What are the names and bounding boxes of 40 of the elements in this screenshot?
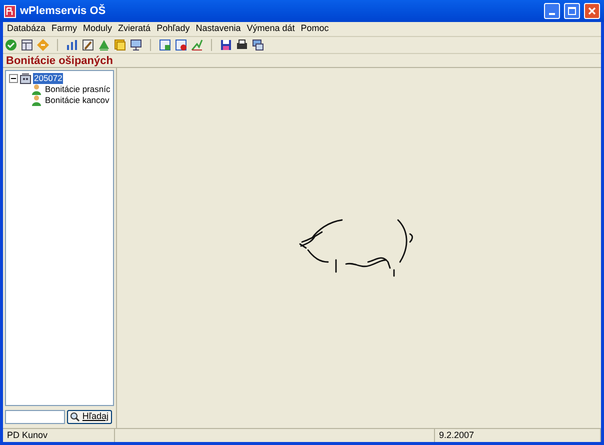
menu-item[interactable]: Zvieratá — [115, 22, 154, 36]
search-field[interactable] — [5, 410, 65, 424]
computer-icon[interactable] — [252, 39, 264, 51]
window-title: wPlemservis OŠ — [20, 3, 107, 19]
tree-item[interactable]: Bonitácie prasníc — [44, 84, 112, 95]
building-icon — [20, 73, 31, 84]
search-button[interactable]: Hľadaj — [67, 410, 112, 424]
close-icon — [588, 7, 596, 15]
menu-item[interactable]: Databáza — [4, 22, 49, 36]
monitor-icon[interactable] — [130, 39, 142, 51]
close-button[interactable] — [584, 3, 600, 19]
menu-item[interactable]: Pohľady — [154, 22, 193, 36]
minimize-button[interactable] — [544, 3, 560, 19]
check-icon[interactable] — [5, 39, 17, 51]
status-text: PD Kunov — [3, 429, 115, 442]
tree-item[interactable]: Bonitácie kancov — [44, 95, 110, 106]
window-icon[interactable] — [175, 39, 187, 51]
menu-item[interactable]: Pomoc — [298, 22, 332, 36]
app-icon — [4, 4, 16, 18]
note-icon[interactable] — [114, 39, 126, 51]
person-icon — [31, 95, 42, 106]
window-icon[interactable] — [159, 39, 171, 51]
tree-item[interactable]: 205072 — [33, 73, 64, 84]
menu-item[interactable]: Nastavenia — [192, 22, 244, 36]
section-title: Bonitácie ošipaných — [3, 54, 601, 68]
pencil-icon[interactable] — [82, 39, 94, 51]
line-chart-icon[interactable] — [191, 39, 203, 51]
magnifier-icon — [70, 412, 80, 422]
collapse-icon[interactable] — [9, 74, 18, 83]
status-text: 9.2.2007 — [435, 429, 601, 442]
chart-icon[interactable] — [66, 39, 78, 51]
menu-item[interactable]: Moduly — [80, 22, 116, 36]
person-icon — [31, 84, 42, 95]
maximize-button[interactable] — [564, 3, 580, 19]
triangle-icon[interactable] — [98, 39, 110, 51]
save-icon[interactable] — [220, 39, 232, 51]
menu-item[interactable]: Farmy — [48, 22, 80, 36]
table-icon[interactable] — [21, 39, 33, 51]
menu-item[interactable]: Výmena dát — [244, 22, 298, 36]
printer-icon[interactable] — [236, 39, 248, 51]
